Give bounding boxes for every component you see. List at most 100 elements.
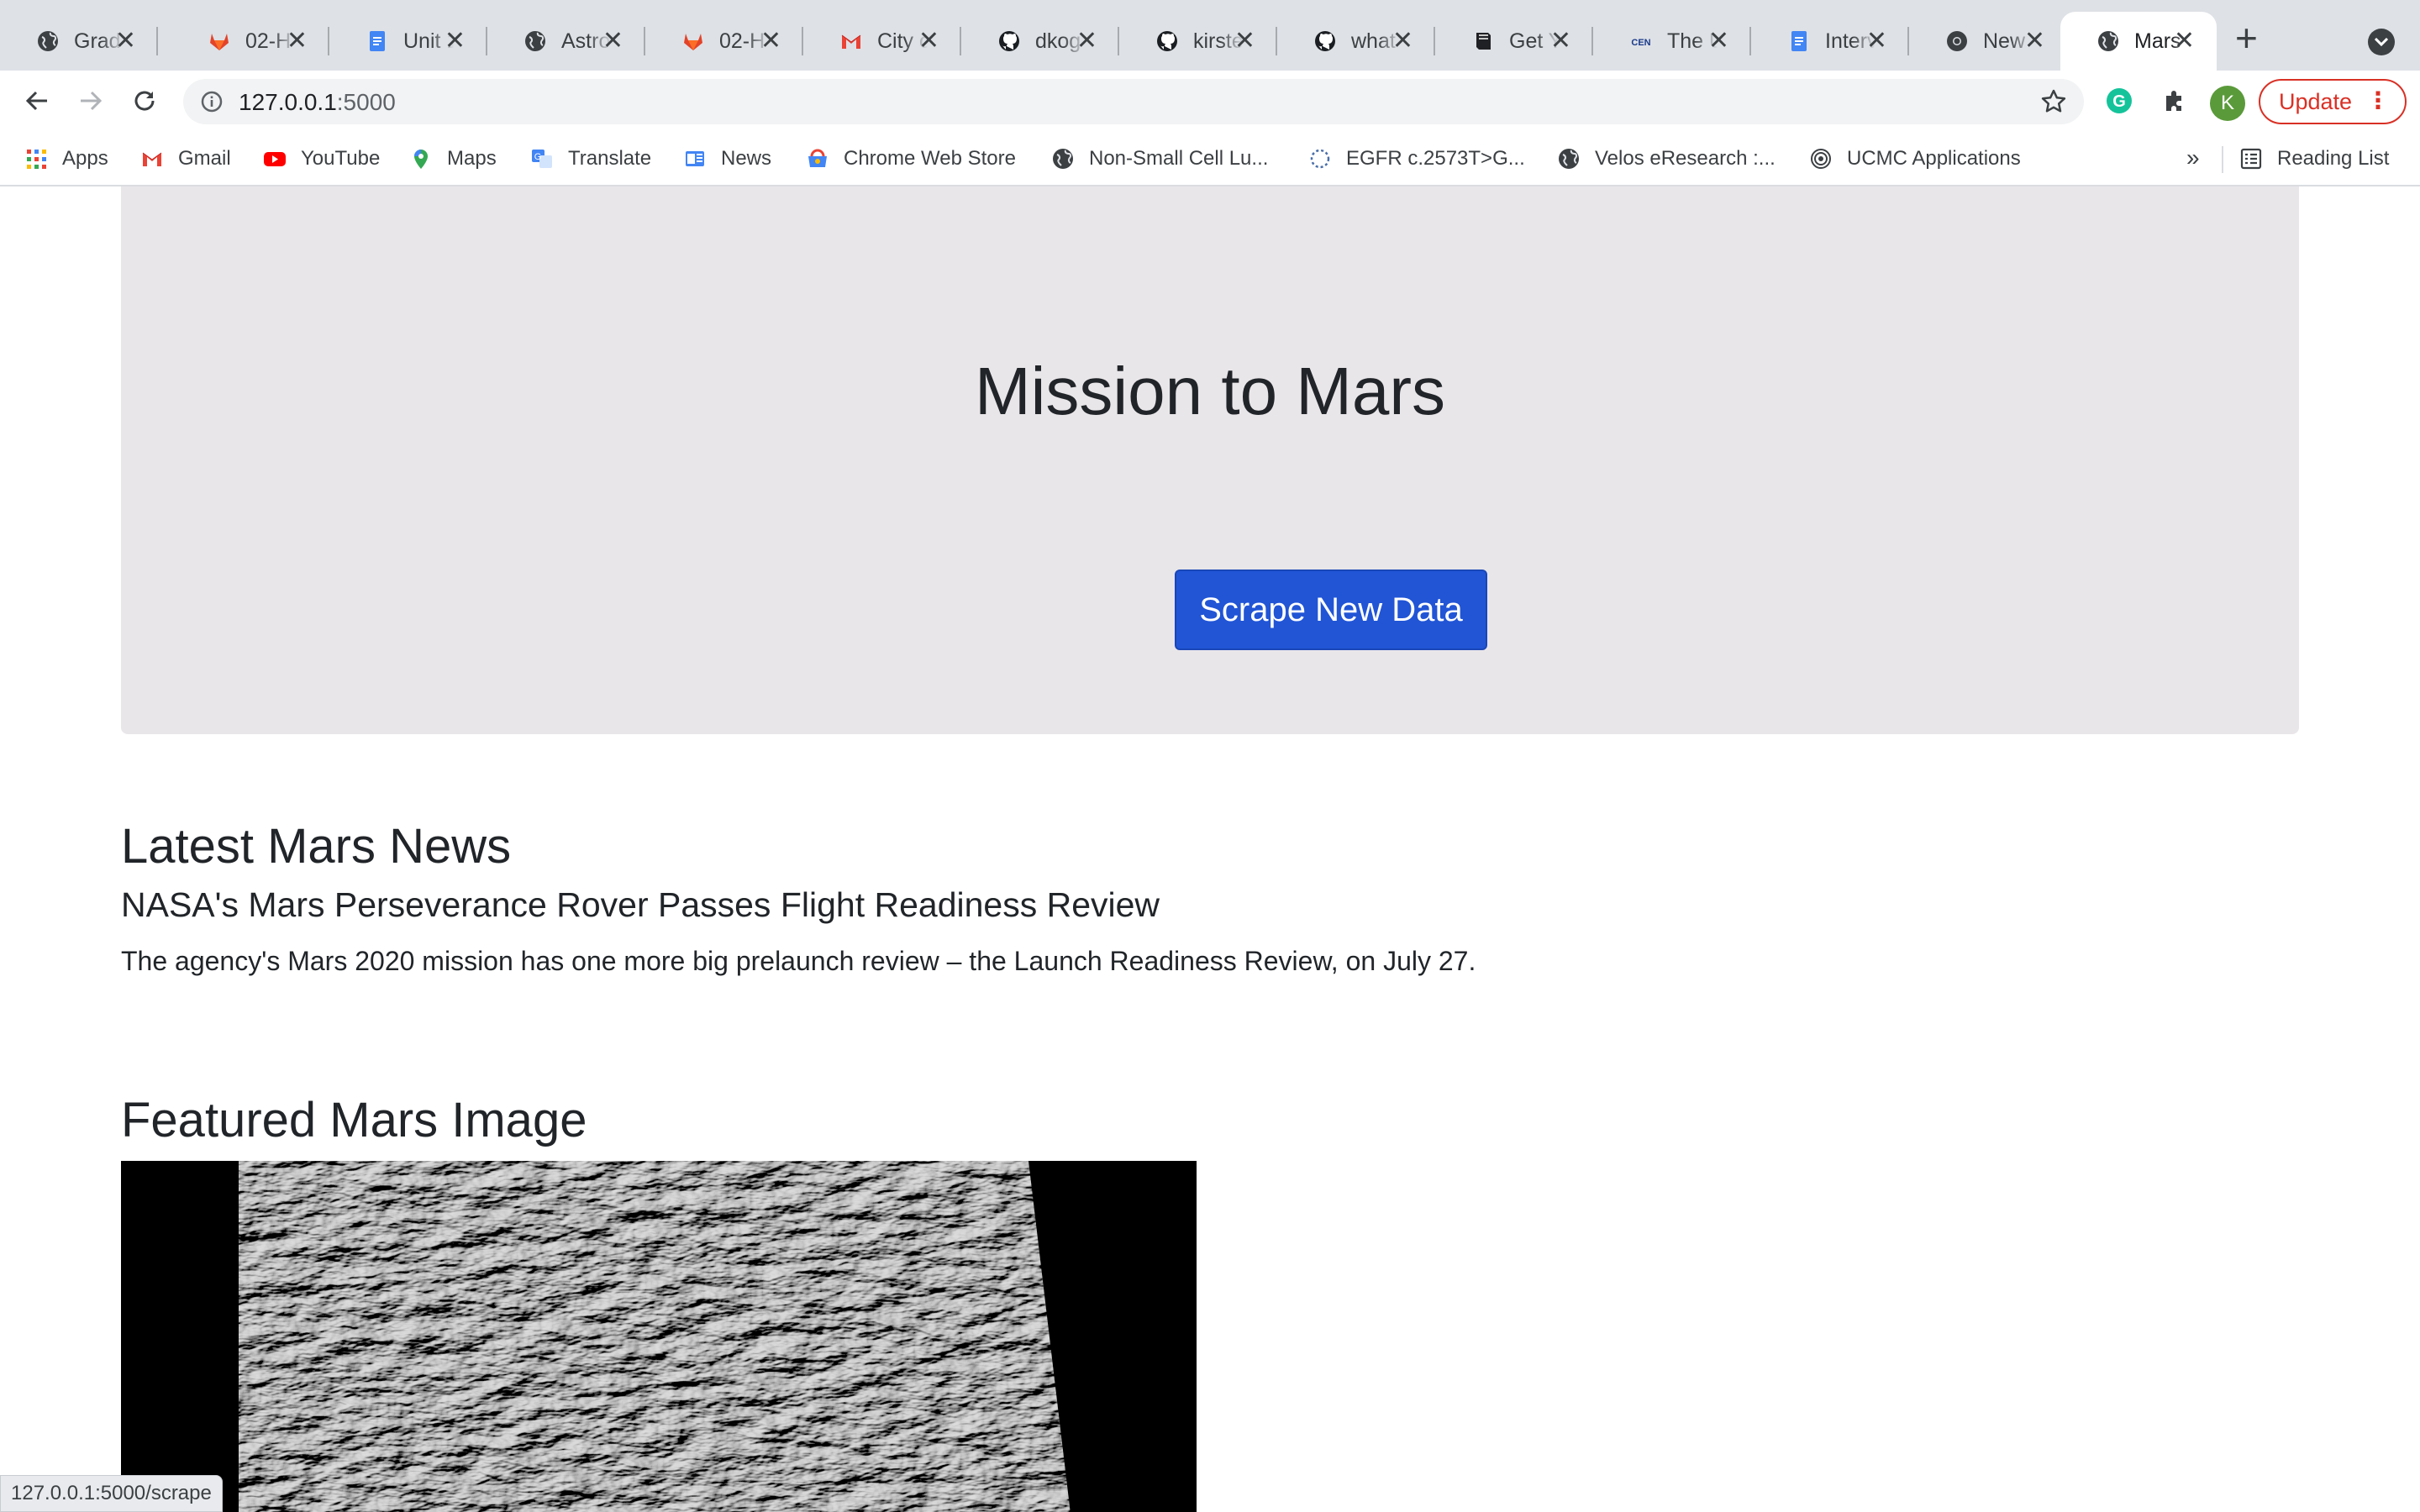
update-button[interactable]: Update ⋮	[2259, 79, 2407, 124]
bookmark-item[interactable]: Apps	[24, 144, 108, 173]
profile-avatar[interactable]: K	[2210, 86, 2245, 121]
mars-dunes-picture	[121, 1161, 1197, 1512]
close-tab-icon[interactable]: ✕	[287, 29, 308, 54]
close-tab-icon[interactable]: ✕	[2024, 29, 2045, 54]
reload-button[interactable]	[126, 82, 163, 119]
close-tab-icon[interactable]: ✕	[1708, 29, 1729, 54]
status-bar-url: 127.0.0.1:5000/scrape	[0, 1475, 223, 1512]
close-tab-icon[interactable]: ✕	[1234, 29, 1255, 54]
bookmark-label: Translate	[568, 147, 652, 170]
browser-tab[interactable]: City o ✕	[803, 12, 961, 71]
scrape-new-data-button[interactable]: Scrape New Data	[1175, 570, 1487, 650]
browser-toolbar: 127.0.0.1:5000 G K Update ⋮	[0, 71, 2420, 131]
browser-tab[interactable]: kirste ✕	[1119, 12, 1277, 71]
gitlab-icon	[681, 29, 706, 54]
jumbotron: Mission to Mars Scrape New Data	[121, 186, 2299, 734]
close-tab-icon[interactable]: ✕	[2174, 29, 2195, 54]
bookmark-label: Maps	[447, 147, 497, 170]
bookmark-item[interactable]: UCMC Applications	[1808, 144, 2021, 173]
close-tab-icon[interactable]: ✕	[115, 29, 136, 54]
close-tab-icon[interactable]: ✕	[1866, 29, 1887, 54]
bookmark-star-icon[interactable]	[2040, 88, 2067, 115]
browser-tab[interactable]: Mars ✕	[2060, 12, 2217, 71]
cen-icon: CEN	[1628, 29, 1654, 54]
github-icon	[1155, 29, 1180, 54]
browser-tab[interactable]: Astro ✕	[487, 12, 645, 71]
bookmark-label: YouTube	[301, 147, 381, 170]
news-title: NASA's Mars Perseverance Rover Passes Fl…	[121, 885, 1160, 924]
info-icon[interactable]	[200, 90, 224, 113]
reading-list-label: Reading List	[2277, 147, 2390, 170]
svg-text:CEN: CEN	[1631, 38, 1650, 48]
more-menu-icon[interactable]: ⋮	[2366, 89, 2390, 113]
browser-tab[interactable]: dkog ✕	[961, 12, 1119, 71]
webstore-icon	[805, 146, 830, 171]
forward-button[interactable]	[72, 82, 109, 119]
browser-tab[interactable]: 02-H ✕	[645, 12, 803, 71]
svg-text:G: G	[534, 152, 542, 162]
github-icon	[997, 29, 1022, 54]
close-tab-icon[interactable]: ✕	[918, 29, 939, 54]
reload-icon	[134, 91, 155, 111]
bookmarks-overflow-button[interactable]: »	[2186, 144, 2200, 171]
browser-tab[interactable]: Grad ✕	[0, 12, 158, 71]
bookmark-label: Gmail	[178, 147, 231, 170]
bookmarks-divider	[2222, 146, 2223, 173]
bookmark-label: UCMC Applications	[1847, 147, 2021, 170]
bookmark-item[interactable]: Gmail	[139, 144, 231, 173]
bookmark-label: EGFR c.2573T>G...	[1346, 147, 1525, 170]
bookmark-label: Chrome Web Store	[844, 147, 1016, 170]
globe-icon	[523, 29, 548, 54]
browser-tab[interactable]: what ✕	[1277, 12, 1435, 71]
bookmark-label: Velos eResearch :...	[1595, 147, 1776, 170]
close-tab-icon[interactable]: ✕	[602, 29, 623, 54]
globe-icon	[35, 29, 60, 54]
url-text: 127.0.0.1:5000	[239, 89, 396, 115]
reading-list-button[interactable]: Reading List	[2238, 144, 2389, 173]
github-icon	[1313, 29, 1338, 54]
address-bar[interactable]: 127.0.0.1:5000	[183, 79, 2084, 124]
close-tab-icon[interactable]: ✕	[1392, 29, 1413, 54]
bookmark-item[interactable]: YouTube	[262, 144, 380, 173]
browser-tab[interactable]: Interv ✕	[1751, 12, 1909, 71]
globe-icon	[1556, 146, 1581, 171]
featured-mars-image	[121, 1161, 1197, 1512]
translate-icon: G	[529, 146, 555, 171]
gmail-icon	[839, 29, 864, 54]
book-icon	[1470, 29, 1496, 54]
bookmark-item[interactable]: Maps	[408, 144, 497, 173]
back-button[interactable]	[18, 82, 55, 119]
update-label: Update	[2279, 88, 2353, 114]
featured-image-heading: Featured Mars Image	[121, 1093, 587, 1147]
arrow-left-icon	[25, 91, 47, 111]
close-tab-icon[interactable]: ✕	[760, 29, 781, 54]
tab-search-button[interactable]	[2368, 29, 2395, 55]
bookmark-item[interactable]: EGFR c.2573T>G...	[1307, 144, 1525, 173]
bookmark-item[interactable]: Chrome Web Store	[805, 144, 1016, 173]
new-tab-button[interactable]: +	[2235, 18, 2258, 57]
browser-tab[interactable]: CEN The U ✕	[1593, 12, 1751, 71]
close-tab-icon[interactable]: ✕	[1076, 29, 1097, 54]
browser-tab[interactable]: 02-H ✕	[171, 12, 329, 71]
docs-icon	[1786, 29, 1812, 54]
extensions-button[interactable]	[2156, 82, 2193, 119]
globe-icon	[1050, 146, 1076, 171]
page-title: Mission to Mars	[974, 354, 1446, 428]
gmail-icon	[139, 146, 165, 171]
globe-icon	[2096, 29, 2121, 54]
bookmark-item[interactable]: Velos eResearch :...	[1556, 144, 1776, 173]
close-tab-icon[interactable]: ✕	[1550, 29, 1571, 54]
close-tab-icon[interactable]: ✕	[445, 29, 466, 54]
bookmark-label: News	[721, 147, 772, 170]
page-content: Mission to Mars Scrape New Data Latest M…	[0, 186, 2420, 1512]
browser-tab[interactable]: Get Y ✕	[1435, 12, 1593, 71]
chevron-down-icon	[2375, 38, 2388, 46]
bookmark-item[interactable]: News	[682, 144, 771, 173]
bookmark-item[interactable]: Non-Small Cell Lu...	[1050, 144, 1268, 173]
youtube-icon	[262, 146, 287, 171]
bookmark-item[interactable]: G Translate	[529, 144, 651, 173]
grammarly-extension[interactable]: G	[2101, 82, 2138, 119]
browser-tab[interactable]: New ✕	[1909, 12, 2067, 71]
browser-tab[interactable]: Unit 1 ✕	[329, 12, 487, 71]
chrome-icon	[1944, 29, 1970, 54]
